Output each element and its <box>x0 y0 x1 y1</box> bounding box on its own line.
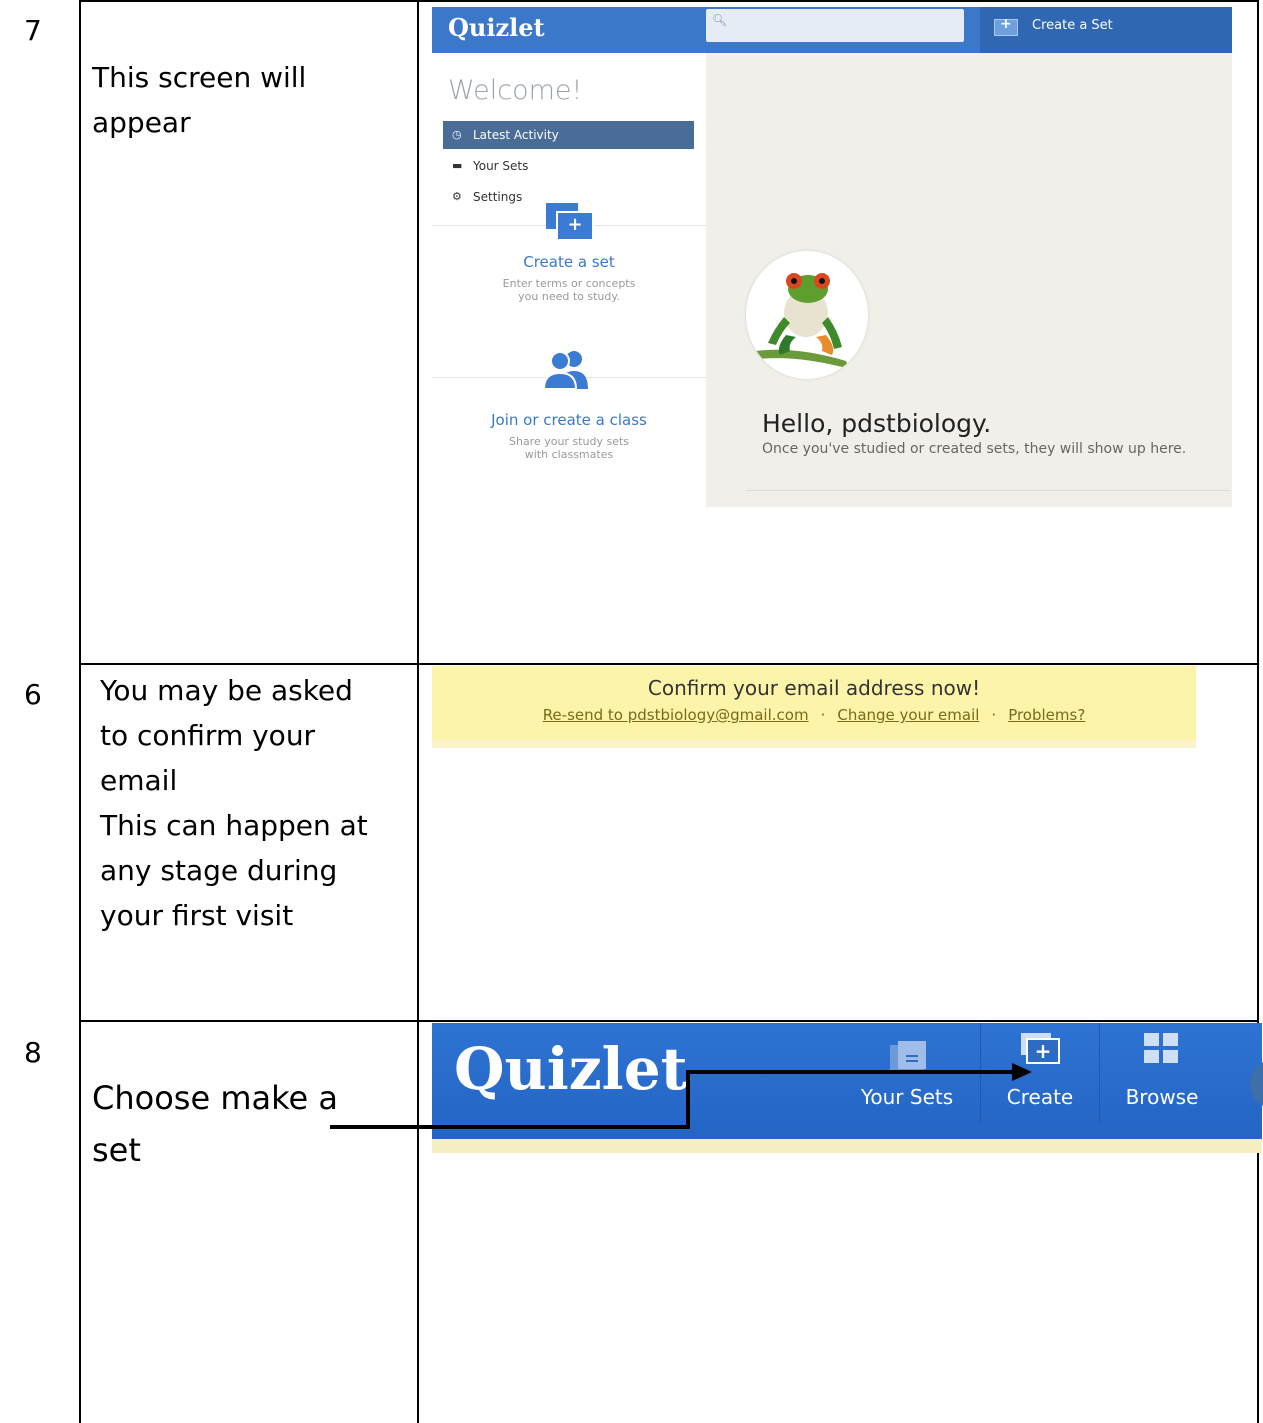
quizlet-dashboard-screenshot: Quizlet 🔍︎ Create a Set Welcome! ◷ Lates… <box>432 7 1232 507</box>
svg-text:+: + <box>1035 1039 1052 1063</box>
create-set-icon <box>994 16 1018 36</box>
confirm-email-title: Confirm your email address now! <box>647 676 981 700</box>
search-icon: 🔍︎ <box>712 13 728 27</box>
step-number: 8 <box>24 1036 42 1069</box>
sidebar-item-label: Your Sets <box>473 159 529 173</box>
sidebar-item-label: Latest Activity <box>473 128 559 142</box>
sidebar-item-your-sets[interactable]: ▬ Your Sets <box>443 152 694 180</box>
nav-label: Create <box>1006 1085 1074 1109</box>
search-input[interactable]: 🔍︎ <box>706 9 964 42</box>
header-bottom-strip <box>432 1139 1262 1153</box>
change-email-link[interactable]: Change your email <box>837 706 979 724</box>
create-set-icon[interactable]: + <box>546 203 594 241</box>
welcome-heading: Welcome! <box>448 75 583 106</box>
resend-email-link[interactable]: Re-send to pdstbiology@gmail.com <box>543 706 809 724</box>
separator: · <box>991 706 997 724</box>
separator: · <box>820 706 826 724</box>
main-panel: Hello, pdstbiology. Once you've studied … <box>706 53 1232 507</box>
banner-bottom-strip <box>432 740 1196 748</box>
confirm-email-links: Re-send to pdstbiology@gmail.com · Change … <box>432 706 1196 724</box>
confirm-email-banner: Confirm your email address now! Re-send … <box>432 666 1196 748</box>
step-text: Choose make a set <box>92 1079 338 1169</box>
grid-icon <box>1144 1033 1178 1063</box>
join-class-description: Share your study sets with classmates <box>508 435 630 461</box>
step-text: You may be asked to confirm your email T… <box>100 674 368 932</box>
hello-heading: Hello, pdstbiology. <box>762 409 992 438</box>
users-icon[interactable] <box>542 349 592 389</box>
clock-icon: ◷ <box>452 128 462 141</box>
sidebar: Welcome! ◷ Latest Activity ▬ Your Sets ⚙… <box>432 53 706 507</box>
create-set-icon: + <box>1021 1033 1060 1064</box>
frog-image <box>756 273 850 369</box>
create-set-button[interactable]: Create a Set <box>980 7 1232 53</box>
nav-your-sets[interactable]: Your Sets <box>840 1023 974 1139</box>
create-set-label: Create a Set <box>1032 18 1113 33</box>
sidebar-item-label: Settings <box>473 190 523 204</box>
quizlet-logo[interactable]: Quizlet <box>454 1035 687 1103</box>
folder-icon <box>890 1041 926 1071</box>
create-set-link[interactable]: Create a set <box>432 253 706 271</box>
quizlet-logo[interactable]: Quizlet <box>448 13 545 42</box>
problems-link[interactable]: Problems? <box>1008 706 1085 724</box>
top-bar: Quizlet 🔍︎ Create a Set <box>432 7 1232 53</box>
avatar <box>746 251 868 379</box>
table-border-row2 <box>79 1020 1259 1022</box>
nav-browse[interactable]: Browse <box>1100 1023 1224 1139</box>
step-number: 6 <box>24 678 42 711</box>
join-class-link[interactable]: Join or create a class <box>432 411 706 429</box>
gear-icon: ⚙ <box>452 190 462 203</box>
table-border-top <box>79 0 1259 2</box>
arrow-line <box>330 1125 690 1129</box>
quizlet-header-screenshot: Quizlet Your Sets + Create Browse <box>432 1023 1263 1153</box>
nav-label: Browse <box>1125 1085 1199 1109</box>
cards-icon: ▬ <box>452 159 463 172</box>
nav-create[interactable]: + Create <box>981 1023 1099 1139</box>
avatar[interactable] <box>1250 1059 1263 1109</box>
sidebar-item-latest-activity[interactable]: ◷ Latest Activity <box>443 121 694 149</box>
hello-subtext: Once you've studied or created sets, the… <box>762 441 1187 457</box>
arrow-head <box>1012 1063 1032 1081</box>
table-border-right <box>1257 0 1259 1423</box>
create-set-description: Enter terms or concepts you need to stud… <box>502 277 636 303</box>
arrow-line <box>686 1070 690 1129</box>
divider <box>746 490 1230 491</box>
table-border-mid <box>417 0 419 1423</box>
step-text: This screen will appear <box>92 61 307 139</box>
table-border-row1 <box>79 663 1259 665</box>
nav-label: Your Sets <box>860 1085 954 1109</box>
table-border-left <box>79 0 81 1423</box>
step-number: 7 <box>24 14 42 47</box>
header-bar: Quizlet Your Sets + Create Browse <box>432 1023 1263 1139</box>
arrow-line <box>686 1070 1016 1074</box>
